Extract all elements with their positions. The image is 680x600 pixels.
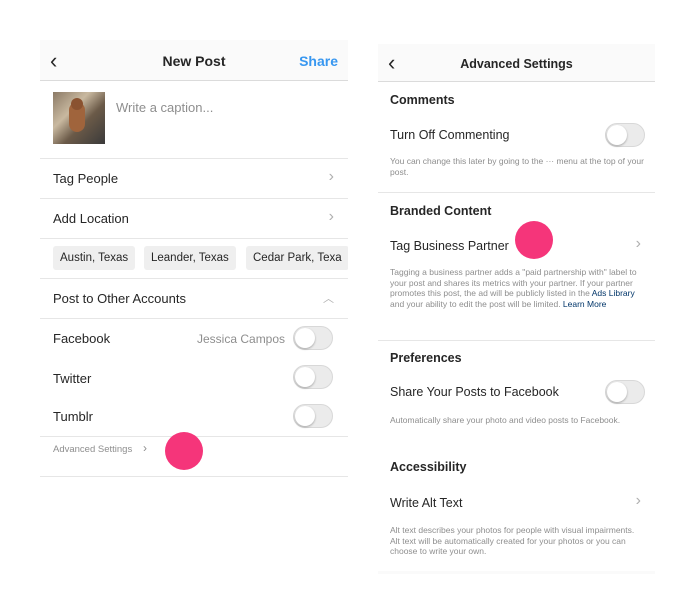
preferences-section: Preferences Share Your Posts to Facebook… [378,341,655,441]
accessibility-section: Accessibility Write Alt Text › Alt text … [378,441,655,571]
learn-more-link[interactable]: Learn More [563,299,606,309]
location-chip[interactable]: Leander, Texas [144,246,236,270]
tag-people-row[interactable]: Tag People › [40,158,348,199]
comments-section: Comments Turn Off Commenting You can cha… [378,82,655,192]
facebook-label: Facebook [53,331,111,346]
preferences-note: Automatically share your photo and video… [390,415,621,425]
comments-title: Comments [390,93,455,107]
facebook-account-name: Jessica Campos [197,332,286,346]
new-post-screen: ‹ New Post Share Write a caption... Tag … [40,40,348,480]
accessibility-title: Accessibility [390,460,467,474]
chevron-right-icon: › [328,208,334,225]
post-to-other-accounts-label: Post to Other Accounts [53,291,186,306]
branded-content-title: Branded Content [390,204,492,218]
tumblr-row: Tumblr [40,398,348,437]
location-chips: Austin, Texas Leander, Texas Cedar Park,… [40,238,348,279]
location-chip[interactable]: Austin, Texas [53,246,136,270]
caption-row: Write a caption... [40,80,348,159]
preferences-title: Preferences [390,351,462,365]
tag-business-partner-label[interactable]: Tag Business Partner [390,239,509,253]
share-to-facebook-label: Share Your Posts to Facebook [390,385,559,399]
turn-off-commenting-toggle[interactable] [605,123,645,147]
chevron-right-icon: › [635,492,641,509]
advanced-settings-header: ‹ Advanced Settings [378,44,655,82]
page-title: Advanced Settings [460,57,573,71]
new-post-header: ‹ New Post Share [40,40,348,81]
comments-note: You can change this later by going to th… [390,156,644,177]
post-to-other-accounts-row[interactable]: Post to Other Accounts ︿ [40,278,348,319]
twitter-row: Twitter [40,358,348,398]
branded-content-note: Tagging a business partner adds a "paid … [390,267,644,309]
ads-library-link[interactable]: Ads Library [592,288,635,298]
twitter-label: Twitter [53,371,92,386]
add-location-label: Add Location [53,211,129,226]
highlight-dot [515,221,553,259]
advanced-settings-screen: ‹ Advanced Settings Comments Turn Off Co… [378,44,655,574]
chevron-right-icon: › [143,441,147,455]
share-button[interactable]: Share [299,53,338,69]
caption-input[interactable]: Write a caption... [116,100,213,115]
tumblr-toggle[interactable] [293,404,333,428]
chevron-right-icon: › [635,235,641,252]
facebook-row: Facebook Jessica Campos [40,318,348,358]
accessibility-note: Alt text describes your photos for peopl… [390,525,635,556]
location-chip[interactable]: Cedar Park, Texa [246,246,348,270]
turn-off-commenting-label: Turn Off Commenting [390,128,510,142]
write-alt-text-label[interactable]: Write Alt Text [390,496,462,510]
facebook-toggle[interactable] [293,326,333,350]
highlight-dot [165,432,203,470]
note-text: and your ability to edit the post will b… [390,298,563,309]
tag-people-label: Tag People [53,171,119,186]
twitter-toggle[interactable] [293,365,333,389]
chevron-right-icon: › [328,168,334,185]
share-to-facebook-toggle[interactable] [605,380,645,404]
tumblr-label: Tumblr [53,409,93,424]
chevron-up-icon: ︿ [323,293,334,305]
post-thumbnail [53,92,105,144]
branded-content-section: Branded Content Tag Business Partner › T… [378,193,655,340]
advanced-settings-link[interactable]: Advanced Settings [53,444,132,455]
add-location-row[interactable]: Add Location › [40,198,348,239]
